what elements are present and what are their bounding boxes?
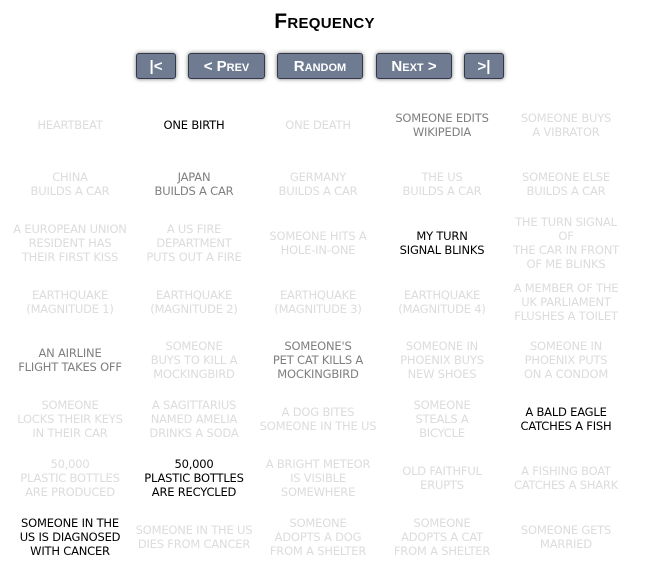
event-cell: A BALD EAGLE CATCHES A FISH bbox=[520, 405, 612, 434]
event-cell: SOMEONE IN THE US DIES FROM CANCER bbox=[135, 522, 253, 551]
event-cell: A BRIGHT METEOR IS VISIBLE SOMEWHERE bbox=[265, 456, 371, 499]
event-cell: A FISHING BOAT CATCHES A SHARK bbox=[513, 463, 619, 492]
event-cell: SOMEONE STEALS A BICYCLE bbox=[413, 398, 471, 441]
event-cell: SOMEONE IN THE US IS DIAGNOSED WITH CANC… bbox=[19, 515, 121, 558]
event-cell: 50,000 PLASTIC BOTTLES ARE PRODUCED bbox=[20, 456, 120, 499]
event-cell: AN AIRLINE FLIGHT TAKES OFF bbox=[18, 346, 122, 375]
random-comic-button[interactable]: Random bbox=[277, 53, 363, 79]
event-cell: SOMEONE BUYS A VIBRATOR bbox=[520, 111, 612, 140]
event-cell: MY TURN SIGNAL BLINKS bbox=[399, 228, 485, 257]
last-comic-button[interactable]: >| bbox=[464, 53, 504, 79]
event-cell: A EUROPEAN UNION RESIDENT HAS THEIR FIRS… bbox=[13, 221, 127, 264]
event-cell: SOMEONE ADOPTS A DOG FROM A SHELTER bbox=[269, 515, 367, 558]
event-cell: HEARTBEAT bbox=[37, 118, 103, 133]
first-comic-button[interactable]: |< bbox=[136, 53, 176, 79]
event-cell: EARTHQUAKE (MAGNITUDE 4) bbox=[398, 287, 486, 316]
event-cell: A DOG BITES SOMEONE IN THE US bbox=[259, 405, 377, 434]
event-cell: THE TURN SIGNAL OF THE CAR IN FRONT OF M… bbox=[513, 214, 619, 271]
event-cell: A US FIRE DEPARTMENT PUTS OUT A FIRE bbox=[146, 221, 242, 264]
event-cell: JAPAN BUILDS A CAR bbox=[154, 170, 234, 199]
previous-comic-button[interactable]: < Prev bbox=[188, 53, 265, 79]
comic-navigation: |< < Prev Random Next > >| bbox=[0, 53, 649, 81]
event-cell: EARTHQUAKE (MAGNITUDE 3) bbox=[274, 287, 362, 316]
comic-panel-grid: HEARTBEAT ONE BIRTH ONE DEATH SOMEONE EDITS… bbox=[8, 96, 640, 566]
event-cell: A SAGITTARIUS NAMED AMELIA DRINKS A SODA bbox=[149, 398, 239, 441]
event-cell: SOMEONE EDITS WIKIPEDIA bbox=[395, 111, 489, 140]
event-cell: EARTHQUAKE (MAGNITUDE 2) bbox=[150, 287, 238, 316]
event-cell: OLD FAITHFUL ERUPTS bbox=[402, 463, 482, 492]
event-cell: SOMEONE BUYS TO KILL A MOCKINGBIRD bbox=[150, 339, 238, 382]
event-cell: SOMEONE IN PHOENIX PUTS ON A CONDOM bbox=[523, 339, 609, 382]
event-cell: SOMEONE GETS MARRIED bbox=[520, 522, 612, 551]
event-cell: SOMEONE'S PET CAT KILLS A MOCKINGBIRD bbox=[272, 339, 364, 382]
event-cell: GERMANY BUILDS A CAR bbox=[278, 170, 358, 199]
event-cell: THE US BUILDS A CAR bbox=[402, 170, 482, 199]
event-cell: ONE BIRTH bbox=[163, 118, 225, 133]
event-cell: CHINA BUILDS A CAR bbox=[30, 170, 110, 199]
comic-title: Frequency bbox=[274, 10, 375, 33]
event-cell: SOMEONE LOCKS THEIR KEYS IN THEIR CAR bbox=[17, 398, 123, 441]
event-cell: EARTHQUAKE (MAGNITUDE 1) bbox=[26, 287, 114, 316]
event-cell: A MEMBER OF THE UK PARLIAMENT FLUSHES A … bbox=[513, 280, 619, 323]
event-cell: SOMEONE HITS A HOLE-IN-ONE bbox=[269, 228, 367, 257]
next-comic-button[interactable]: Next > bbox=[376, 53, 452, 79]
event-cell: ONE DEATH bbox=[285, 118, 351, 133]
event-cell: SOMEONE ADOPTS A CAT FROM A SHELTER bbox=[393, 515, 491, 558]
event-cell: 50,000 PLASTIC BOTTLES ARE RECYCLED bbox=[144, 456, 244, 499]
event-cell: SOMEONE IN PHOENIX BUYS NEW SHOES bbox=[400, 339, 484, 382]
event-cell: SOMEONE ELSE BUILDS A CAR bbox=[522, 170, 610, 199]
